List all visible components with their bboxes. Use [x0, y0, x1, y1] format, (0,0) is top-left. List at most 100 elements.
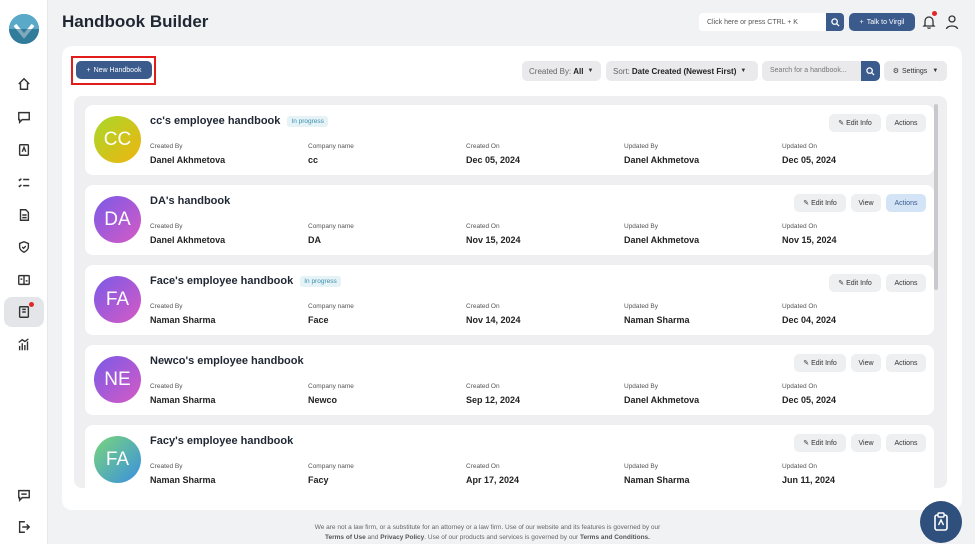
field-label: Updated On [782, 143, 818, 150]
company-field: Company name cc [308, 143, 354, 165]
handbook-title[interactable]: cc's employee handbook In progress [150, 115, 328, 127]
updated-by-field: Updated By Danel Akhmetova [624, 223, 699, 245]
edit-info-button[interactable]: ✎ Edit Info [794, 434, 846, 452]
field-value: Nov 14, 2024 [466, 315, 521, 325]
nav-chat-icon[interactable] [4, 102, 44, 132]
edit-label: Edit Info [811, 199, 837, 207]
bell-icon[interactable] [922, 11, 937, 30]
field-label: Updated On [782, 303, 818, 310]
field-value: cc [308, 155, 319, 165]
nav-shield-icon[interactable] [4, 232, 44, 262]
created-by-field: Created By Naman Sharma [150, 303, 216, 325]
updated-on-field: Updated On Dec 05, 2024 [782, 143, 836, 165]
nav-compare-icon[interactable] [4, 265, 44, 295]
created-on-field: Created On Nov 15, 2024 [466, 223, 521, 245]
settings-button[interactable]: ⚙ Settings ▼ [884, 61, 947, 81]
field-value: Newco [308, 395, 338, 405]
field-value: Dec 05, 2024 [782, 395, 837, 405]
actions-button[interactable]: Actions [886, 274, 926, 292]
edit-info-button[interactable]: ✎ Edit Info [794, 354, 846, 372]
field-value: Facy [308, 475, 329, 485]
nav-home-icon[interactable] [4, 69, 44, 99]
handbook-name: DA's handbook [150, 195, 231, 207]
plus-icon: + [86, 66, 91, 74]
field-label: Created By [150, 383, 183, 390]
created-by-field: Created By Naman Sharma [150, 463, 216, 485]
sort-label: Sort: [613, 66, 630, 76]
view-button[interactable]: View [851, 354, 881, 372]
search-icon[interactable] [861, 61, 880, 81]
user-icon[interactable] [945, 14, 959, 30]
field-label: Updated On [782, 223, 818, 230]
avatar: DA [94, 196, 141, 243]
app-logo[interactable] [9, 14, 39, 44]
terms-and-conditions-link[interactable]: Terms and Conditions. [580, 534, 650, 541]
handbook-title[interactable]: Newco's employee handbook [150, 355, 304, 367]
assistant-fab-button[interactable] [920, 501, 962, 543]
edit-label: Edit Info [846, 119, 872, 127]
field-label: Updated By [624, 143, 658, 150]
field-value: Nov 15, 2024 [466, 235, 521, 245]
field-value: Danel Akhmetova [624, 235, 700, 245]
field-value: Nov 15, 2024 [782, 235, 837, 245]
nav-feedback-icon[interactable] [4, 480, 44, 510]
field-value: Naman Sharma [150, 315, 216, 325]
edit-info-button[interactable]: ✎ Edit Info [829, 274, 881, 292]
actions-button[interactable]: Actions [886, 194, 926, 212]
view-button[interactable]: View [851, 434, 881, 452]
handbook-title[interactable]: Facy's employee handbook [150, 435, 293, 447]
edit-info-button[interactable]: ✎ Edit Info [794, 194, 846, 212]
new-handbook-button[interactable]: + New Handbook [76, 61, 152, 79]
terms-of-use-link[interactable]: Terms of Use [325, 534, 366, 541]
handbook-name: Face's employee handbook [150, 275, 294, 287]
nav-document-icon[interactable] [4, 135, 44, 165]
nav-analytics-icon[interactable] [4, 330, 44, 360]
created-by-field: Created By Naman Sharma [150, 383, 216, 405]
field-label: Company name [308, 463, 354, 470]
chevron-down-icon: ▼ [587, 68, 594, 74]
footer-text: . Use of our products and services is go… [424, 533, 579, 541]
field-label: Company name [308, 383, 354, 390]
handbook-title[interactable]: DA's handbook [150, 195, 230, 207]
handbook-list: CC cc's employee handbook In progress Cre… [74, 96, 947, 488]
sort-value: Date Created (Newest First) [631, 66, 737, 76]
edit-label: Edit Info [811, 439, 837, 447]
field-value: Naman Sharma [150, 475, 216, 485]
new-handbook-label: New Handbook [93, 66, 142, 74]
view-button[interactable]: View [851, 194, 881, 212]
field-label: Created On [466, 143, 500, 150]
updated-by-field: Updated By Danel Akhmetova [624, 383, 699, 405]
chevron-down-icon: ▼ [932, 68, 939, 74]
footer-text: and [367, 533, 379, 541]
filter-value: All [573, 66, 584, 76]
handbook-title[interactable]: Face's employee handbook In progress [150, 275, 341, 287]
nav-file-icon[interactable] [4, 200, 44, 230]
created-by-field: Created By Danel Akhmetova [150, 143, 225, 165]
privacy-policy-link[interactable]: Privacy Policy [380, 534, 424, 541]
created-on-field: Created On Sep 12, 2024 [466, 383, 520, 405]
scrollbar[interactable] [934, 104, 938, 290]
handbook-card: DA DA's handbook Created By Danel Akhmeto… [85, 185, 934, 255]
search-icon[interactable] [826, 13, 844, 31]
actions-button[interactable]: Actions [886, 354, 926, 372]
edit-icon: ✎ [838, 120, 845, 127]
sort-dropdown[interactable]: Sort: Date Created (Newest First) ▼ [606, 61, 758, 81]
nav-handbook-icon[interactable] [4, 297, 44, 327]
actions-button[interactable]: Actions [886, 114, 926, 132]
handbook-card: FA Face's employee handbook In progress C… [85, 265, 934, 335]
edit-info-button[interactable]: ✎ Edit Info [829, 114, 881, 132]
nav-tasks-icon[interactable] [4, 168, 44, 198]
global-search-input[interactable]: Click here or press CTRL + K [699, 13, 826, 31]
status-badge: In progress [300, 275, 341, 287]
field-value: Jun 11, 2024 [782, 475, 836, 485]
talk-to-virgil-button[interactable]: + Talk to Virgil [849, 13, 915, 31]
actions-button[interactable]: Actions [886, 434, 926, 452]
handbook-name: Facy's employee handbook [150, 435, 294, 447]
updated-by-field: Updated By Danel Akhmetova [624, 143, 699, 165]
handbook-search-input[interactable]: Search for a handbook... [762, 61, 861, 81]
created-by-filter[interactable]: Created By: All ▼ [522, 61, 601, 81]
notification-dot [932, 11, 937, 16]
field-label: Updated On [782, 463, 818, 470]
edit-icon: ✎ [803, 360, 810, 367]
edit-label: Edit Info [811, 359, 837, 367]
